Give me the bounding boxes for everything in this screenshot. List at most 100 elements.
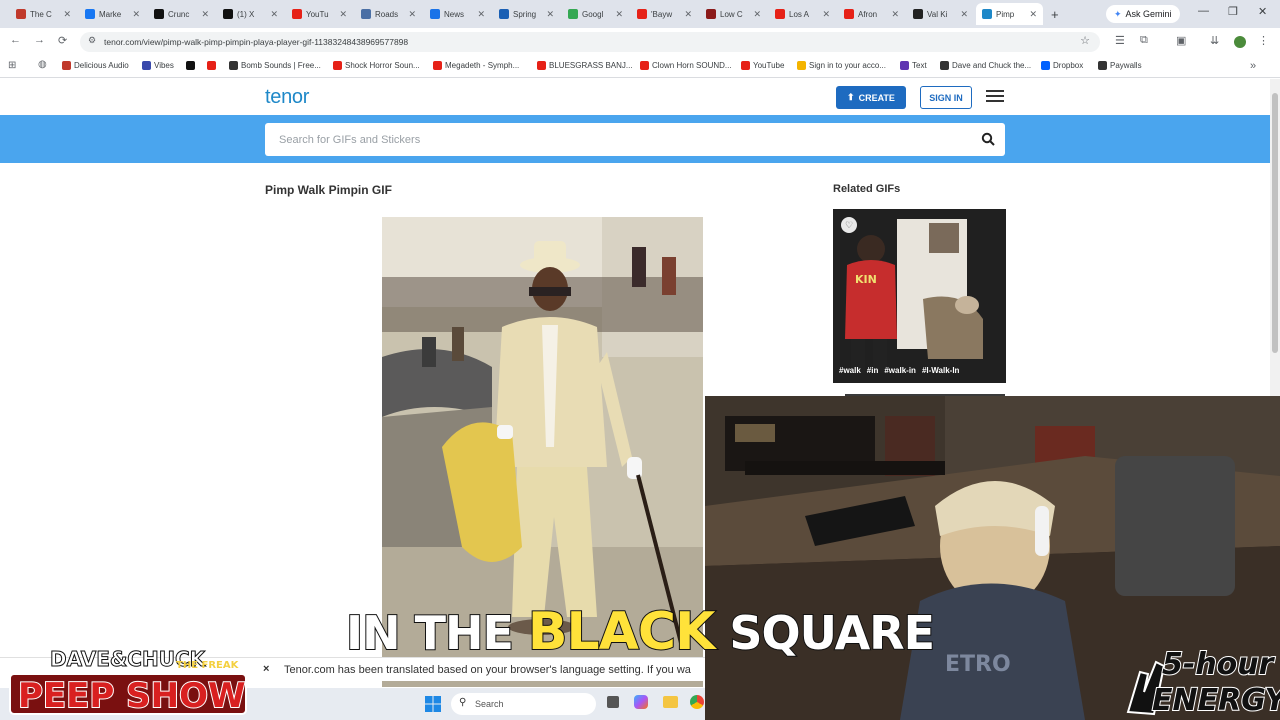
- bookmark-item[interactable]: Clown Horn SOUND...: [640, 61, 732, 70]
- back-icon[interactable]: ←: [10, 34, 21, 46]
- browser-tab[interactable]: (1) X ✕: [217, 3, 284, 25]
- search-band: Search for GIFs and Stickers: [0, 115, 1270, 163]
- close-tab-icon[interactable]: ✕: [753, 9, 761, 20]
- side-panel-icon[interactable]: ▣: [1176, 34, 1186, 47]
- apps-grid-icon[interactable]: ⊞: [8, 60, 16, 71]
- copilot-icon[interactable]: [634, 695, 648, 709]
- tab-favicon: [637, 9, 647, 19]
- ask-gemini-button[interactable]: ✦ Ask Gemini: [1106, 5, 1180, 23]
- bookmark-item[interactable]: [186, 61, 195, 70]
- bookmark-item[interactable]: Paywalls: [1098, 61, 1142, 70]
- maximize-icon[interactable]: ❐: [1228, 5, 1238, 18]
- browser-tab[interactable]: Crunc ✕: [148, 3, 215, 25]
- close-tab-icon[interactable]: ✕: [201, 9, 209, 20]
- close-tab-icon[interactable]: ✕: [477, 9, 485, 20]
- new-tab-button[interactable]: +: [1045, 3, 1065, 25]
- browser-tab[interactable]: YouTu ✕: [286, 3, 353, 25]
- bookmark-favicon: [186, 61, 195, 70]
- scrollbar-thumb[interactable]: [1272, 93, 1278, 353]
- sign-in-button[interactable]: SIGN IN: [920, 86, 972, 109]
- file-explorer-icon[interactable]: [663, 696, 678, 708]
- close-tab-icon[interactable]: ✕: [615, 9, 623, 20]
- taskbar-search-label: Search: [475, 699, 504, 709]
- search-input[interactable]: Search for GIFs and Stickers: [265, 123, 1005, 156]
- close-tab-icon[interactable]: ✕: [1029, 9, 1037, 20]
- bookmark-item[interactable]: Dave and Chuck the...: [940, 61, 1031, 70]
- browser-tab[interactable]: Googl ✕: [562, 3, 629, 25]
- more-bookmarks-icon[interactable]: »: [1250, 60, 1256, 72]
- task-view-icon[interactable]: [607, 696, 619, 708]
- bookmark-item[interactable]: Delicious Audio: [62, 61, 129, 70]
- tab-label: Googl: [582, 9, 604, 19]
- site-info-icon[interactable]: ⚙: [88, 35, 96, 46]
- related-gif-card[interactable]: KIN ♡ #walk #in #walk-in #I-Walk-In: [833, 209, 1006, 383]
- bookmark-item[interactable]: Shock Horror Soun...: [333, 61, 420, 70]
- close-tab-icon[interactable]: ✕: [270, 9, 278, 20]
- more-menu-icon[interactable]: ⋮: [1258, 34, 1269, 47]
- browser-tab[interactable]: Val Ki ✕: [907, 3, 974, 25]
- browser-tab[interactable]: Afron ✕: [838, 3, 905, 25]
- close-tab-icon[interactable]: ✕: [960, 9, 968, 20]
- forward-icon[interactable]: →: [34, 34, 45, 46]
- bookmark-item[interactable]: Bomb Sounds | Free...: [229, 61, 321, 70]
- close-window-icon[interactable]: ✕: [1258, 5, 1267, 18]
- close-tab-icon[interactable]: ✕: [408, 9, 416, 20]
- close-tab-icon[interactable]: ✕: [63, 9, 71, 20]
- windows-start-icon[interactable]: [425, 696, 441, 712]
- browser-tab[interactable]: Pimp ✕: [976, 3, 1043, 25]
- downloads-icon[interactable]: ⇊: [1210, 34, 1219, 47]
- bookmark-item[interactable]: Text: [900, 61, 927, 70]
- address-bar[interactable]: ⚙ tenor.com/view/pimp-walk-pimp-pimpin-p…: [80, 32, 1100, 52]
- browser-tab[interactable]: Low C ✕: [700, 3, 767, 25]
- hamburger-menu-icon[interactable]: [986, 90, 1004, 104]
- tag-link[interactable]: #walk-in: [884, 366, 916, 375]
- bookmark-item[interactable]: Sign in to your acco...: [797, 61, 886, 70]
- favorite-heart-icon[interactable]: ♡: [841, 217, 857, 233]
- chrome-icon[interactable]: [690, 695, 704, 709]
- browser-tab[interactable]: 'Bayw ✕: [631, 3, 698, 25]
- reload-icon[interactable]: ⟳: [58, 34, 67, 47]
- tenor-logo[interactable]: tenor: [265, 86, 309, 109]
- bookmark-item[interactable]: BLUESGRASS BANJ...: [537, 61, 633, 70]
- tab-label: Spring: [513, 9, 537, 19]
- create-button[interactable]: ⬆ CREATE: [836, 86, 906, 109]
- browser-tab[interactable]: Los A ✕: [769, 3, 836, 25]
- svg-text:5-hour: 5-hour: [1162, 647, 1276, 682]
- bookmark-item[interactable]: YouTube: [741, 61, 784, 70]
- search-placeholder: Search for GIFs and Stickers: [279, 133, 421, 146]
- close-notice-icon[interactable]: ×: [263, 663, 269, 675]
- browser-tab[interactable]: News ✕: [424, 3, 491, 25]
- translation-notice-text: Tenor.com has been translated based on y…: [284, 663, 691, 676]
- minimize-icon[interactable]: —: [1198, 5, 1209, 17]
- browser-tab[interactable]: The C ✕: [10, 3, 77, 25]
- close-tab-icon[interactable]: ✕: [684, 9, 692, 20]
- bookmark-item[interactable]: [207, 61, 216, 70]
- bookmark-item[interactable]: Megadeth - Symph...: [433, 61, 519, 70]
- close-tab-icon[interactable]: ✕: [822, 9, 830, 20]
- tab-label: Val Ki: [927, 9, 948, 19]
- close-tab-icon[interactable]: ✕: [132, 9, 140, 20]
- tag-link[interactable]: #I-Walk-In: [922, 366, 959, 375]
- browser-tab[interactable]: Marke ✕: [79, 3, 146, 25]
- close-tab-icon[interactable]: ✕: [891, 9, 899, 20]
- bookmark-label: Delicious Audio: [74, 61, 129, 70]
- caption-word: SQUARE: [728, 605, 936, 661]
- bookmark-label: Megadeth - Symph...: [445, 61, 520, 70]
- bookmark-item[interactable]: Vibes: [142, 61, 174, 70]
- browser-tab[interactable]: Roads ✕: [355, 3, 422, 25]
- taskbar-search-input[interactable]: ⚲ Search: [451, 693, 596, 715]
- bookmark-favicon: [1041, 61, 1050, 70]
- reading-list-icon[interactable]: ☰: [1115, 34, 1125, 47]
- close-tab-icon[interactable]: ✕: [339, 9, 347, 20]
- tag-link[interactable]: #in: [867, 366, 879, 375]
- close-tab-icon[interactable]: ✕: [546, 9, 554, 20]
- tab-label: Low C: [720, 9, 743, 19]
- extensions-icon[interactable]: ⧉: [1140, 34, 1148, 47]
- bookmark-star-icon[interactable]: ☆: [1080, 34, 1090, 47]
- browser-tab[interactable]: Spring ✕: [493, 3, 560, 25]
- globe-icon[interactable]: ◍: [38, 59, 47, 70]
- profile-avatar[interactable]: [1234, 36, 1246, 48]
- search-icon[interactable]: [981, 132, 995, 146]
- tag-link[interactable]: #walk: [839, 366, 861, 375]
- bookmark-item[interactable]: Dropbox: [1041, 61, 1083, 70]
